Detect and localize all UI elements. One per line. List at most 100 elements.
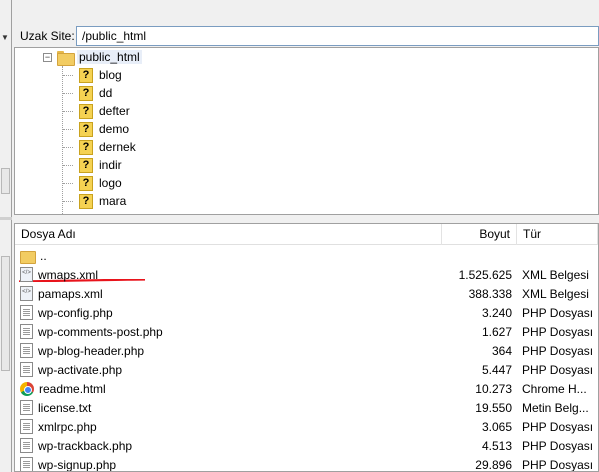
file-row[interactable]: readme.html 10.273 Chrome H...: [15, 379, 598, 398]
tree-item-demo[interactable]: ? demo: [79, 120, 129, 138]
remote-file-list: Dosya Adı Boyut Tür .. wmaps.xml 1.525.625…: [14, 223, 599, 472]
file-row[interactable]: ..: [15, 246, 598, 265]
chrome-html-icon: [20, 381, 34, 396]
tree-connector-line: [63, 183, 73, 184]
unknown-folder-icon: ?: [79, 175, 93, 191]
file-name: xmlrpc.php: [38, 419, 97, 434]
file-name: wp-activate.php: [38, 362, 123, 377]
tree-item-indir[interactable]: ? indir: [79, 156, 122, 174]
tree-connector-line: [63, 129, 73, 130]
column-header-size[interactable]: Boyut: [442, 224, 517, 245]
file-row[interactable]: xmlrpc.php 3.065 PHP Dosyası: [15, 417, 598, 436]
file-name-cell: readme.html: [15, 381, 442, 396]
file-size: 3.065: [481, 419, 512, 434]
file-name: wp-config.php: [38, 305, 113, 320]
tree-connector-line: [63, 201, 73, 202]
file-name-cell: ..: [15, 249, 442, 264]
file-name-cell: wp-signup.php: [15, 457, 442, 472]
file-name-cell: wp-config.php: [15, 305, 442, 320]
file-row[interactable]: pamaps.xml 388.338 XML Belgesi: [15, 284, 598, 303]
file-name: wp-signup.php: [38, 457, 117, 472]
php-file-icon: [20, 438, 33, 453]
tree-item-blog[interactable]: ? blog: [79, 66, 122, 84]
file-size: 10.273: [475, 381, 512, 396]
tree-item-root[interactable]: − public_html: [15, 48, 598, 66]
file-name-cell: wp-blog-header.php: [15, 343, 442, 358]
tree-item-label: demo: [99, 122, 130, 136]
tree-item-logo[interactable]: ? logo: [79, 174, 122, 192]
php-file-icon: [20, 305, 33, 320]
file-row[interactable]: wp-config.php 3.240 PHP Dosyası: [15, 303, 598, 322]
file-name: license.txt: [38, 400, 92, 415]
xml-file-icon: [20, 267, 33, 282]
php-file-icon: [20, 343, 33, 358]
file-type: PHP Dosyası: [522, 457, 594, 472]
folder-up-icon: [20, 250, 36, 264]
tree-item-label: public_html: [77, 50, 142, 64]
remote-path-input[interactable]: [76, 26, 599, 46]
file-size: 1.525.625: [458, 267, 512, 282]
column-header-type[interactable]: Tür: [517, 224, 598, 245]
php-file-icon: [20, 457, 33, 471]
file-name-cell: wp-comments-post.php: [15, 324, 442, 339]
php-file-icon: [20, 362, 33, 377]
tree-item-dernek[interactable]: ? dernek: [79, 138, 136, 156]
tree-item-label: logo: [99, 176, 122, 190]
file-size: 29.896: [475, 457, 512, 472]
file-row[interactable]: wp-blog-header.php 364 PHP Dosyası: [15, 341, 598, 360]
file-row[interactable]: license.txt 19.550 Metin Belg...: [15, 398, 598, 417]
tree-connector-line: [62, 66, 63, 214]
file-size: 3.240: [481, 305, 512, 320]
file-type: Chrome H...: [522, 381, 587, 396]
chevron-down-icon[interactable]: ▼: [1, 33, 9, 42]
file-row[interactable]: wp-comments-post.php 1.627 PHP Dosyası: [15, 322, 598, 341]
scrollbar-thumb[interactable]: [1, 168, 10, 194]
file-name: wp-blog-header.php: [38, 343, 145, 358]
unknown-folder-icon: ?: [79, 67, 93, 83]
file-type: XML Belgesi: [522, 286, 589, 301]
tree-connector-line: [63, 147, 73, 148]
file-type: Metin Belg...: [522, 400, 589, 415]
tree-connector-line: [63, 75, 73, 76]
file-type: PHP Dosyası: [522, 362, 594, 377]
file-row[interactable]: wp-activate.php 5.447 PHP Dosyası: [15, 360, 598, 379]
file-name-cell: pamaps.xml: [15, 286, 442, 301]
scrollbar-thumb[interactable]: [1, 256, 10, 371]
xml-file-icon: [20, 286, 33, 301]
splitter[interactable]: [0, 217, 12, 220]
tree-connector-line: [63, 165, 73, 166]
tree-item-defter[interactable]: ? defter: [79, 102, 130, 120]
php-file-icon: [20, 419, 33, 434]
file-name: wp-comments-post.php: [38, 324, 163, 339]
tree-item-mara[interactable]: ? mara: [79, 192, 126, 210]
unknown-folder-icon: ?: [79, 85, 93, 101]
tree-item-dd[interactable]: ? dd: [79, 84, 112, 102]
tree-item-label: indir: [99, 158, 122, 172]
folder-icon: [57, 50, 75, 66]
tree-item-label: mara: [99, 194, 127, 208]
file-name-cell: xmlrpc.php: [15, 419, 442, 434]
file-size: 5.447: [481, 362, 512, 377]
file-row[interactable]: wmaps.xml 1.525.625 XML Belgesi: [15, 265, 598, 284]
column-header-name[interactable]: Dosya Adı: [15, 224, 442, 245]
file-name: wp-trackback.php: [38, 438, 133, 453]
file-type: PHP Dosyası: [522, 343, 594, 358]
file-size: 364: [491, 343, 512, 358]
left-pane-edge: ▼: [0, 0, 12, 472]
unknown-folder-icon: ?: [79, 157, 93, 173]
file-row[interactable]: wp-trackback.php 4.513 PHP Dosyası: [15, 436, 598, 455]
php-file-icon: [20, 324, 33, 339]
file-type: PHP Dosyası: [522, 305, 594, 320]
tree-item-label: blog: [99, 68, 122, 82]
tree-item-label: dd: [99, 86, 113, 100]
file-list-header: Dosya Adı Boyut Tür: [15, 224, 598, 245]
file-name-cell: wmaps.xml: [15, 267, 442, 282]
unknown-folder-icon: ?: [79, 193, 93, 209]
unknown-folder-icon: ?: [79, 139, 93, 155]
text-file-icon: [20, 400, 33, 415]
file-row[interactable]: wp-signup.php 29.896 PHP Dosyası: [15, 455, 598, 472]
file-name: readme.html: [39, 381, 106, 396]
file-type: PHP Dosyası: [522, 438, 594, 453]
tree-connector-line: [63, 111, 73, 112]
collapse-icon[interactable]: −: [43, 53, 52, 62]
